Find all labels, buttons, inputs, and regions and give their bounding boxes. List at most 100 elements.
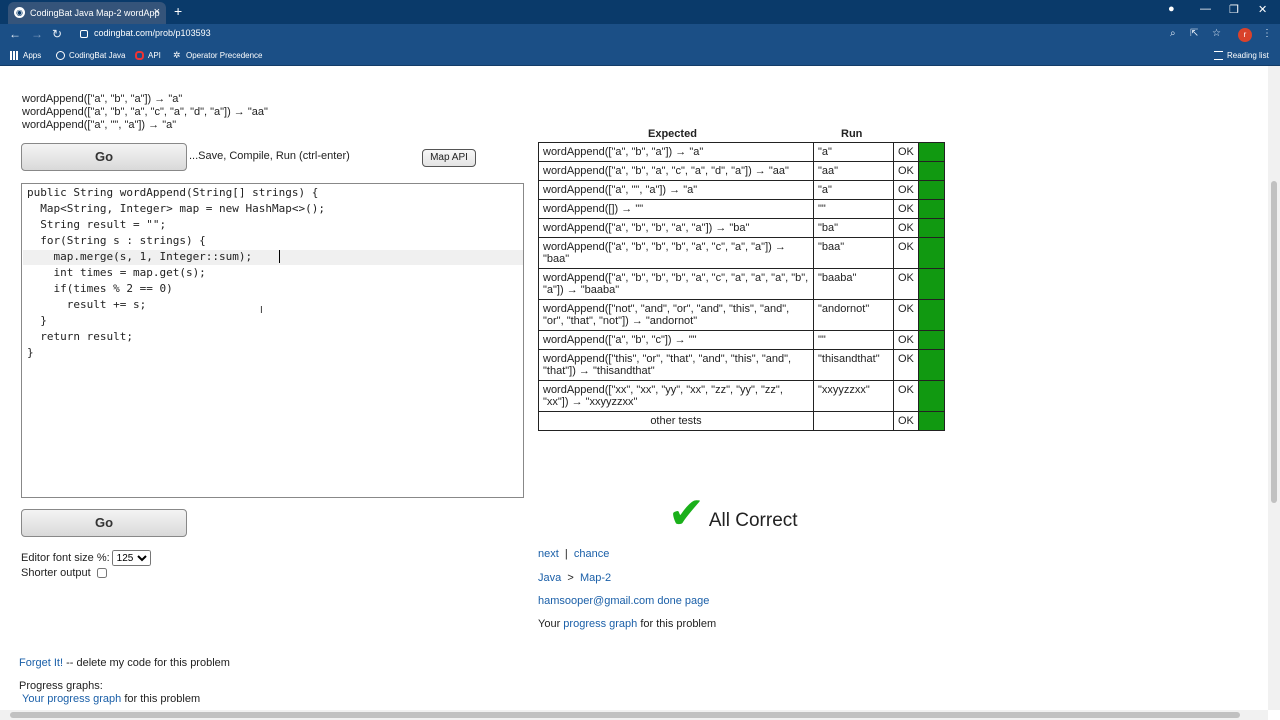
forget-it-link[interactable]: Forget It!	[19, 657, 63, 669]
bookmarks-bar: Apps CodingBat Java API ✲ Operator Preced…	[0, 46, 1280, 66]
code-line: for(String s : strings) {	[27, 234, 206, 247]
url-text: codingbat.com/prob/p103593	[94, 28, 211, 38]
new-tab-icon[interactable]: +	[174, 3, 182, 19]
bookmark-codingbat[interactable]: CodingBat Java	[56, 51, 125, 60]
progress-graph-link-2[interactable]: Your progress graph	[22, 693, 121, 705]
profile-menu-icon[interactable]: ●	[1168, 3, 1175, 15]
run-cell: "xxyyzzxx"	[813, 380, 894, 412]
progress-graph-line-2: Your progress graph for this problem	[22, 693, 201, 705]
example-2: wordAppend(["a", "b", "a", "c", "a", "d"…	[22, 106, 268, 118]
zoom-icon[interactable]: ⌕	[1170, 28, 1176, 39]
bookmark-operator-precedence[interactable]: ✲ Operator Precedence	[173, 50, 263, 61]
run-cell: "a"	[813, 142, 894, 162]
share-icon[interactable]: ⇱	[1190, 28, 1198, 39]
chance-link[interactable]: chance	[574, 548, 609, 560]
lock-icon	[80, 29, 88, 38]
url-field[interactable]: codingbat.com/prob/p103593	[80, 28, 211, 38]
progress-graph-line: Your progress graph for this problem	[538, 618, 717, 630]
bookmark-api[interactable]: API	[135, 51, 161, 60]
expected-cell: wordAppend(["xx", "xx", "yy", "xx", "zz"…	[538, 380, 814, 412]
gear-icon: ✲	[173, 50, 181, 60]
progress-graph-link[interactable]: progress graph	[563, 618, 637, 630]
address-bar: ← → ↻ codingbat.com/prob/p103593 ⌕ ⇱ ☆ ⋮	[0, 24, 1280, 46]
status-cell: OK	[893, 411, 919, 431]
scrollbar-thumb[interactable]	[1271, 181, 1277, 503]
bookmark-apps[interactable]: Apps	[10, 51, 41, 60]
expected-cell: wordAppend(["a", "b", "c"]) → ""	[538, 330, 814, 350]
all-correct-banner: ✔ All Correct	[668, 492, 798, 536]
mouse-ibeam-icon: I	[260, 305, 263, 316]
back-icon[interactable]: ←	[9, 27, 21, 41]
shorter-output-checkbox[interactable]	[96, 568, 107, 578]
apps-grid-icon	[10, 51, 19, 60]
bookmark-star-icon[interactable]: ☆	[1212, 28, 1221, 39]
user-links: hamsooper@gmail.com done page	[538, 595, 709, 607]
run-cell: ""	[813, 199, 894, 219]
result-row: wordAppend(["a", "b", "b", "a", "a"]) → …	[538, 218, 945, 238]
forward-icon[interactable]: →	[31, 27, 43, 41]
text-cursor	[279, 250, 280, 263]
pass-indicator	[917, 218, 945, 238]
pass-indicator	[917, 142, 945, 162]
close-tab-icon[interactable]: ×	[154, 6, 160, 18]
result-row: wordAppend(["a", "b", "c"]) → "" "" OK	[538, 330, 945, 350]
shorter-output: Shorter output	[21, 567, 107, 579]
reading-list[interactable]: Reading list	[1214, 51, 1269, 60]
result-row: wordAppend(["this", "or", "that", "and",…	[538, 349, 945, 381]
horizontal-scrollbar[interactable]	[0, 710, 1268, 720]
run-cell: "andornot"	[813, 299, 894, 331]
expected-cell: wordAppend(["a", "", "a"]) → "a"	[538, 180, 814, 200]
code-editor[interactable]: public String wordAppend(String[] string…	[21, 183, 524, 498]
oracle-icon	[135, 51, 144, 60]
user-email-link[interactable]: hamsooper@gmail.com	[538, 595, 654, 607]
run-cell	[813, 411, 894, 431]
pass-indicator	[917, 268, 945, 300]
status-cell: OK	[893, 268, 919, 300]
run-cell: "baaba"	[813, 268, 894, 300]
expected-cell: wordAppend(["a", "b", "b", "b", "a", "c"…	[538, 237, 814, 269]
maximize-icon[interactable]: ❐	[1229, 3, 1239, 16]
next-link[interactable]: next	[538, 548, 559, 560]
menu-icon[interactable]: ⋮	[1262, 28, 1272, 39]
go-button-bottom[interactable]: Go	[21, 509, 187, 537]
save-compile-hint: ...Save, Compile, Run (ctrl-enter)	[189, 150, 350, 162]
expected-cell: wordAppend(["this", "or", "that", "and",…	[538, 349, 814, 381]
progress-graphs-label: Progress graphs:	[19, 680, 103, 692]
reload-icon[interactable]: ↻	[52, 27, 62, 41]
scrollbar-thumb[interactable]	[10, 712, 1240, 718]
editor-font-size: Editor font size %: 125	[21, 550, 151, 566]
forget-it-line: Forget It! -- delete my code for this pr…	[19, 657, 230, 669]
minimize-icon[interactable]: —	[1200, 3, 1211, 15]
code-line: if(times % 2 == 0)	[27, 282, 173, 295]
go-button-top[interactable]: Go	[21, 143, 187, 171]
pass-indicator	[917, 199, 945, 219]
result-row: wordAppend(["xx", "xx", "yy", "xx", "zz"…	[538, 380, 945, 412]
avatar[interactable]: r	[1238, 28, 1252, 42]
shorter-output-label: Shorter output	[21, 567, 91, 579]
font-size-label: Editor font size %:	[21, 552, 110, 564]
result-row: wordAppend(["a", "", "a"]) → "a" "a" OK	[538, 180, 945, 200]
status-cell: OK	[893, 142, 919, 162]
run-cell: ""	[813, 330, 894, 350]
code-line: Map<String, Integer> map = new HashMap<>…	[27, 202, 326, 215]
vertical-scrollbar[interactable]	[1268, 66, 1280, 710]
font-size-select[interactable]: 125	[111, 550, 151, 566]
close-window-icon[interactable]: ✕	[1258, 3, 1267, 16]
other-tests-row: other tests OK	[538, 411, 945, 431]
map-api-button[interactable]: Map API	[422, 149, 476, 167]
result-row: wordAppend(["a", "b", "b", "b", "a", "c"…	[538, 237, 945, 269]
nav-separator: |	[564, 548, 568, 560]
all-correct-text: All Correct	[708, 510, 798, 531]
browser-tab[interactable]: ◉ CodingBat Java Map-2 wordApp ×	[8, 2, 166, 24]
expected-header: Expected	[648, 128, 697, 140]
status-cell: OK	[893, 330, 919, 350]
status-cell: OK	[893, 161, 919, 181]
expected-cell: wordAppend(["not", "and", "or", "and", "…	[538, 299, 814, 331]
breadcrumb-java[interactable]: Java	[538, 572, 561, 584]
breadcrumb-map2[interactable]: Map-2	[580, 572, 611, 584]
tab-bar: ◉ CodingBat Java Map-2 wordApp × + ● — ❐…	[0, 0, 1280, 24]
expected-cell: wordAppend(["a", "b", "b", "b", "a", "c"…	[538, 268, 814, 300]
checkmark-icon: ✔	[668, 489, 705, 538]
done-page-link[interactable]: done page	[657, 595, 709, 607]
pass-indicator	[917, 299, 945, 331]
